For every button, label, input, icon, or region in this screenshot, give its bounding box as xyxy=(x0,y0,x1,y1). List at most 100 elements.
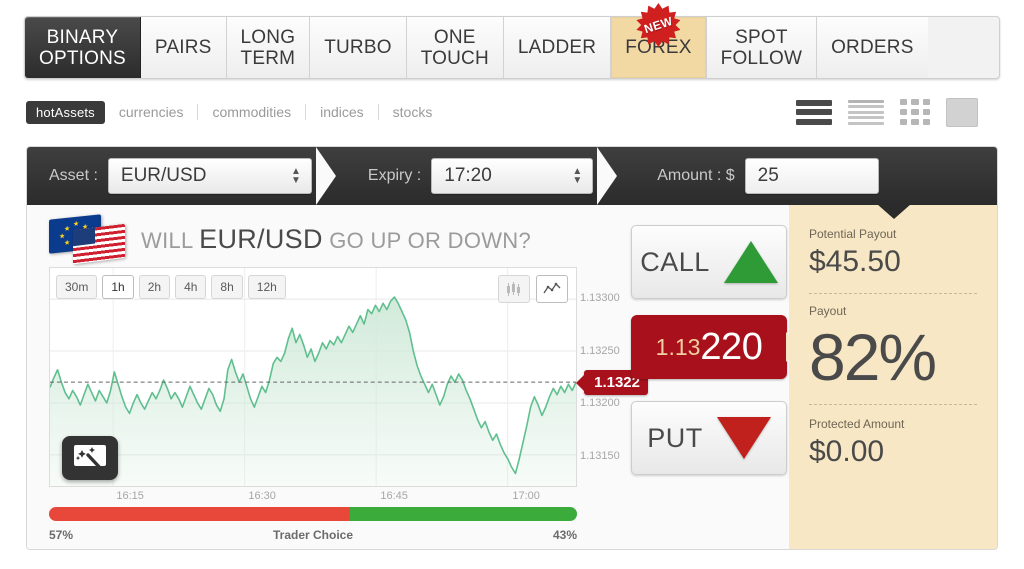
trading-platform-page: BINARY OPTIONS PAIRS LONG TERM TURBO ONE… xyxy=(0,0,1024,569)
chart-x-tick: 17:00 xyxy=(512,490,540,502)
nav-tab-turbo[interactable]: TURBO xyxy=(310,17,407,78)
chart-y-tick: 1.13150 xyxy=(580,449,620,462)
expiry-segment: Expiry : 17:20 ▲ ▼ xyxy=(346,147,594,205)
list-light-icon[interactable] xyxy=(848,99,884,125)
trade-actions: CALL 1.13 220 PUT xyxy=(631,205,791,549)
nav-tab-binary-options[interactable]: BINARY OPTIONS xyxy=(25,17,141,78)
chart-type-buttons xyxy=(498,275,568,303)
chart-x-tick: 16:45 xyxy=(380,490,408,502)
nav-tab-label: ONE TOUCH xyxy=(420,26,489,69)
amount-input[interactable]: 25 xyxy=(744,158,879,194)
nav-tab-label: LONG TERM xyxy=(240,26,296,69)
nav-tab-forex[interactable]: NEW FOREX xyxy=(611,3,707,78)
timeframe-buttons: 30m 1h 2h 4h 8h 12h xyxy=(56,275,286,299)
asset-select-value: EUR/USD xyxy=(120,165,207,186)
nav-tab-label: SPOT FOLLOW xyxy=(720,26,803,69)
asset-filter-bar: hotAssets currencies commodities indices… xyxy=(26,97,998,127)
segment-divider xyxy=(315,147,342,205)
price-prefix: 1.13 xyxy=(655,333,701,360)
price-chart[interactable]: 30m 1h 2h 4h 8h 12h 1.13300 1.13250 1.13… xyxy=(49,267,648,502)
nav-tab-spot-follow[interactable]: SPOT FOLLOW xyxy=(706,17,818,78)
filter-stocks[interactable]: stocks xyxy=(377,104,447,120)
us-flag-icon xyxy=(73,223,125,265)
magic-wand-screen-icon[interactable] xyxy=(62,436,118,480)
asset-select[interactable]: EUR/USD ▲ ▼ xyxy=(107,158,312,194)
potential-payout-value: $45.50 xyxy=(809,245,901,278)
trader-choice-left-percent: 57% xyxy=(49,528,74,542)
nav-tab-label: LADDER xyxy=(517,37,597,58)
trader-choice-labels: 57% Trader Choice 43% xyxy=(49,528,577,544)
expiry-select[interactable]: 17:20 ▲ ▼ xyxy=(431,158,594,194)
timeframe-4h[interactable]: 4h xyxy=(175,275,207,299)
trader-choice-label: Trader Choice xyxy=(272,528,354,542)
list-dark-icon[interactable] xyxy=(796,99,832,125)
nav-tab-label: ORDERS xyxy=(831,37,914,58)
asset-label: Asset : xyxy=(49,167,98,184)
amount-segment: Amount : $ 25 xyxy=(627,147,879,205)
payout-value: 82% xyxy=(809,320,937,394)
nav-tab-pairs[interactable]: PAIRS xyxy=(140,17,227,78)
new-badge-label: NEW xyxy=(642,13,675,36)
timeframe-8h[interactable]: 8h xyxy=(211,275,243,299)
headline-asset: EUR/USD xyxy=(199,223,323,254)
headline-text: WILL EUR/USD GO UP OR DOWN? xyxy=(141,224,531,255)
main-navigation: BINARY OPTIONS PAIRS LONG TERM TURBO ONE… xyxy=(24,3,1000,79)
amount-value: 25 xyxy=(757,165,779,186)
candlestick-chart-icon[interactable] xyxy=(498,275,530,303)
nav-tab-label: TURBO xyxy=(324,37,392,58)
trade-panel: Asset : EUR/USD ▲ ▼ Expiry : 17:20 ▲ ▼ Amo… xyxy=(26,146,998,550)
nav-tab-long-term[interactable]: LONG TERM xyxy=(226,17,311,78)
nav-tab-label: BINARY OPTIONS xyxy=(39,26,126,69)
view-mode-switcher xyxy=(796,97,998,127)
timeframe-2h[interactable]: 2h xyxy=(138,275,171,299)
protected-amount-value: $0.00 xyxy=(809,435,885,468)
expiry-select-value: 17:20 xyxy=(444,165,492,186)
filter-commodities[interactable]: commodities xyxy=(197,104,305,120)
filter-indices[interactable]: indices xyxy=(305,104,378,120)
eur-usd-flags-icon: ★★★ ★★★ ★★ xyxy=(49,214,127,265)
single-box-icon[interactable] xyxy=(946,97,978,127)
put-label: PUT xyxy=(647,422,703,453)
current-price-display: 1.13 220 xyxy=(631,315,787,379)
grid-icon[interactable] xyxy=(900,99,930,125)
filter-hot-assets[interactable]: hotAssets xyxy=(26,100,105,124)
trader-choice-call-share xyxy=(349,507,577,521)
expiry-label: Expiry : xyxy=(367,167,422,184)
nav-tab-label: PAIRS xyxy=(154,37,212,58)
call-button[interactable]: CALL xyxy=(631,225,787,299)
price-suffix: 220 xyxy=(700,325,763,368)
chart-y-tick: 1.13200 xyxy=(580,397,620,410)
segment-divider xyxy=(597,147,623,205)
headline-prefix: WILL xyxy=(141,227,193,253)
nav-tab-one-touch[interactable]: ONE TOUCH xyxy=(406,17,504,78)
timeframe-30m[interactable]: 30m xyxy=(56,275,98,299)
timeframe-1h[interactable]: 1h xyxy=(102,275,134,299)
nav-tab-label: FOREX xyxy=(625,37,692,58)
chart-x-tick: 16:15 xyxy=(116,490,144,502)
trader-choice: 57% Trader Choice 43% xyxy=(49,507,577,544)
payout-panel: Potential Payout $45.50 Payout 82% Prote… xyxy=(789,204,997,549)
line-chart-icon[interactable] xyxy=(536,275,568,303)
timeframe-12h[interactable]: 12h xyxy=(247,275,286,299)
divider xyxy=(809,404,977,405)
chart-y-tick: 1.13250 xyxy=(580,344,620,357)
put-button[interactable]: PUT xyxy=(631,401,787,475)
chart-y-tick: 1.13300 xyxy=(580,292,620,305)
chevron-updown-icon: ▲ ▼ xyxy=(572,166,583,186)
chart-x-tick: 16:30 xyxy=(248,490,276,502)
asset-segment: Asset : EUR/USD ▲ ▼ xyxy=(27,147,312,205)
arrow-down-icon xyxy=(716,417,771,459)
trader-choice-put-share xyxy=(49,507,350,521)
arrow-up-icon xyxy=(723,241,778,283)
filter-currencies[interactable]: currencies xyxy=(105,104,198,120)
call-label: CALL xyxy=(640,246,710,277)
chevron-updown-icon: ▲ ▼ xyxy=(291,166,301,186)
protected-amount-label: Protected Amount xyxy=(809,417,905,431)
nav-tab-ladder[interactable]: LADDER xyxy=(503,17,612,78)
headline-suffix: GO UP OR DOWN? xyxy=(329,227,532,253)
asset-headline: ★★★ ★★★ ★★ WILL EUR/USD GO UP OR DOWN? xyxy=(49,214,531,265)
nav-tab-orders[interactable]: ORDERS xyxy=(817,17,928,78)
payout-label: Payout xyxy=(809,304,847,318)
potential-payout-label: Potential Payout xyxy=(809,227,897,241)
amount-label: Amount : $ xyxy=(657,167,735,184)
